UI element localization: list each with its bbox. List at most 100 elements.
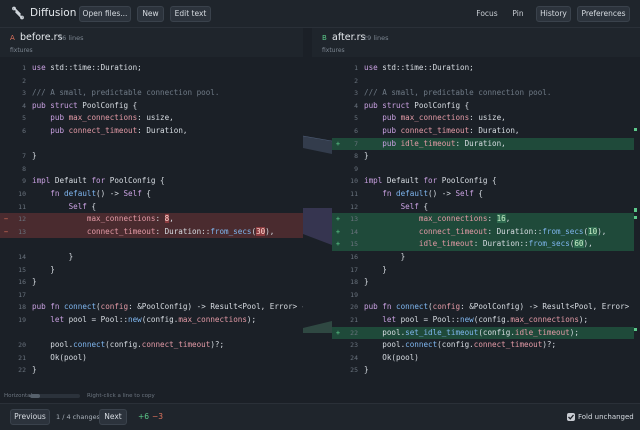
code-text: impl Default for PoolConfig { [364, 176, 497, 186]
removed-count: −3 [152, 412, 164, 421]
code-line[interactable]: +15 idle_timeout: Duration::from_secs(60… [332, 238, 634, 251]
code-text: let pool = Pool::new(config.max_connecti… [382, 315, 589, 324]
code-text: pool.connect(config.connect_timeout)?; [32, 340, 225, 350]
code-line[interactable]: 1 use std::time::Duration; [332, 62, 634, 75]
right-code-pane[interactable]: 1 use std::time::Duration; 2 3 /// A small, … [332, 58, 634, 388]
line-number: 1 [354, 64, 358, 72]
code-line[interactable]: 3 /// A small, predictable connection poo… [332, 87, 634, 100]
horizontal-scroll-strip: Horizontal Right-click a line to copy [0, 391, 640, 403]
code-line[interactable]: 24 Ok(pool) [332, 352, 634, 365]
line-number: 6 [354, 127, 358, 135]
horizontal-scrollbar[interactable] [30, 394, 80, 398]
code-line[interactable]: +13 max_connections: 16, [332, 213, 634, 226]
code-line[interactable]: 4 pub struct PoolConfig { [332, 100, 634, 113]
new-button[interactable]: New [137, 6, 164, 22]
line-number: 1 [22, 64, 26, 72]
code-line[interactable]: 11 Self { [0, 201, 303, 214]
pin-button[interactable]: Pin [508, 6, 528, 22]
line-number: 21 [350, 316, 358, 324]
code-text: } [364, 252, 406, 261]
code-text: impl Default for PoolConfig { [32, 176, 165, 186]
line-number: 4 [22, 101, 26, 110]
left-file-letter: A [10, 34, 15, 42]
code-line[interactable]: 17 } [332, 264, 634, 277]
code-text: Ok(pool) [364, 352, 419, 362]
code-line[interactable]: 19 let pool = Pool::new(config.max_conne… [0, 314, 303, 327]
next-change-button[interactable]: Next [99, 409, 127, 425]
code-line[interactable]: 25} [332, 364, 634, 377]
fold-unchanged-label: Fold unchanged [578, 413, 634, 421]
code-line[interactable]: 12 Self { [332, 201, 634, 214]
copy-hint: Right-click a line to copy [87, 393, 155, 399]
previous-change-button[interactable]: Previous [10, 409, 50, 425]
right-file-letter: B [322, 34, 327, 42]
code-line[interactable]: 7} [0, 150, 303, 163]
code-line[interactable]: 5 pub max_connections: usize, [332, 112, 634, 125]
code-line[interactable]: 23 pool.connect(config.connect_timeout)?… [332, 339, 634, 352]
code-line[interactable]: +7 pub idle_timeout: Duration, [332, 137, 634, 151]
right-file-folder: fixtures [322, 47, 345, 54]
code-text: } [32, 277, 37, 287]
line-number: 17 [350, 265, 358, 274]
code-line[interactable]: 9 impl Default for PoolConfig { [0, 175, 303, 188]
code-line[interactable]: 14 } [0, 251, 303, 264]
code-line[interactable]: 9 [332, 163, 634, 176]
diff-overview-ruler[interactable] [634, 58, 637, 388]
code-line[interactable]: 5 pub max_connections: usize, [0, 112, 303, 125]
code-line[interactable]: 8} [332, 150, 634, 163]
code-line[interactable]: −13 connect_timeout: Duration::from_secs… [0, 225, 303, 239]
edit-text-button[interactable]: Edit text [170, 6, 211, 22]
status-bar: Previous 1 / 4 changes Next +6 −3 Fold u… [0, 403, 640, 430]
code-text: pub connect_timeout: Duration, [50, 126, 188, 135]
history-button[interactable]: History [536, 6, 571, 22]
code-line[interactable]: −12 max_connections: 8, [0, 213, 303, 226]
code-text: pub struct PoolConfig { [32, 100, 138, 110]
code-line[interactable]: +22 pool.set_idle_timeout(config.idle_ti… [332, 326, 634, 340]
code-line[interactable]: 10 fn default() -> Self { [0, 188, 303, 201]
code-line[interactable]: 16} [0, 276, 303, 289]
code-line[interactable]: 11 fn default() -> Self { [332, 188, 634, 201]
code-line[interactable]: 6 pub connect_timeout: Duration, [0, 125, 303, 138]
line-number: 19 [350, 290, 358, 299]
code-line[interactable]: 8 [0, 163, 303, 176]
code-line[interactable]: +14 connect_timeout: Duration::from_secs… [332, 225, 634, 239]
preferences-button[interactable]: Preferences [577, 6, 630, 22]
code-line[interactable]: 22} [0, 364, 303, 377]
line-number: 9 [354, 164, 358, 173]
title-bar: Diffusion Open files... New Edit text Fo… [0, 0, 640, 28]
code-text: Ok(pool) [32, 352, 87, 362]
code-line[interactable]: 15 } [0, 264, 303, 277]
code-line[interactable]: 18} [332, 276, 634, 289]
code-line[interactable]: 18 pub fn connect(config: &PoolConfig) ->… [0, 301, 303, 314]
code-line[interactable]: 17 [0, 289, 303, 302]
code-text: } [32, 365, 37, 375]
left-code-pane[interactable]: 1 use std::time::Duration; 2 3 /// A small, … [0, 58, 303, 388]
line-number: 15 [350, 240, 358, 249]
line-number: 3 [22, 89, 26, 98]
code-line[interactable]: 10 impl Default for PoolConfig { [332, 175, 634, 188]
code-line[interactable]: 20 pub fn connect(config: &PoolConfig) ->… [332, 301, 634, 314]
code-line[interactable]: 2 [332, 75, 634, 88]
right-file-lines: 29 lines [363, 34, 389, 42]
code-line[interactable]: 20 pool.connect(config.connect_timeout)?… [0, 339, 303, 352]
code-line[interactable]: 6 pub connect_timeout: Duration, [332, 125, 634, 138]
code-text: pub max_connections: usize, [50, 113, 174, 123]
horizontal-scroll-thumb[interactable] [30, 394, 40, 398]
line-number: 4 [354, 101, 358, 110]
code-text: idle_timeout: Duration::from_secs(60), [418, 239, 593, 249]
code-text: } [364, 365, 369, 375]
line-number: 5 [354, 114, 358, 123]
code-line[interactable]: 4 pub struct PoolConfig { [0, 100, 303, 113]
code-line[interactable]: 21 Ok(pool) [0, 352, 303, 365]
line-number: 11 [350, 190, 358, 198]
code-line[interactable]: 16 } [332, 251, 634, 264]
code-line[interactable]: 1 use std::time::Duration; [0, 62, 303, 75]
open-files-button[interactable]: Open files... [79, 6, 131, 22]
code-line[interactable]: 3 /// A small, predictable connection poo… [0, 87, 303, 100]
code-line[interactable]: 21 let pool = Pool::new(config.max_conne… [332, 314, 634, 327]
code-text: } [364, 264, 387, 274]
fold-unchanged-checkbox[interactable] [567, 413, 575, 421]
code-line[interactable]: 2 [0, 75, 303, 88]
code-line[interactable]: 19 [332, 289, 634, 302]
focus-button[interactable]: Focus [474, 6, 500, 22]
